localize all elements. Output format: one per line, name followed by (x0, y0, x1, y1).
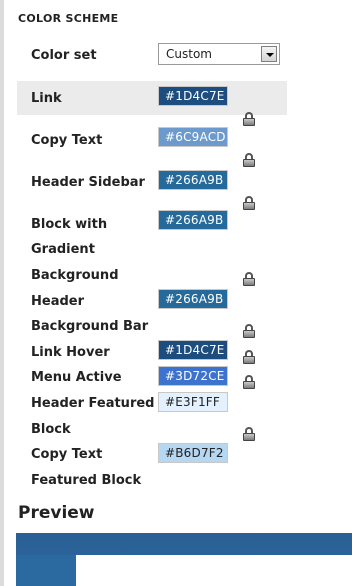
lock-icon[interactable] (243, 153, 255, 167)
header-sidebar-label: Header Sidebar (31, 175, 145, 190)
lock-icon[interactable] (243, 112, 255, 126)
color-set-label: Color set (31, 48, 97, 63)
lock-icon[interactable] (243, 196, 255, 210)
header-background-bar-label-line1: Header (31, 294, 85, 309)
lock-icon[interactable] (243, 375, 255, 389)
copy-text-featured-block-color-input[interactable]: #B6D7F2 (158, 443, 228, 463)
link-hover-label: Link Hover (31, 345, 110, 360)
link-label: Link (31, 91, 62, 106)
preview-sidebar (16, 555, 76, 586)
lock-icon[interactable] (243, 350, 255, 364)
lock-icon[interactable] (243, 272, 255, 286)
section-title: COLOR SCHEME (18, 12, 119, 25)
color-set-select[interactable]: Custom (158, 43, 280, 65)
copy-text-featured-block-label-line2: Featured Block (31, 473, 142, 488)
left-border (0, 0, 4, 586)
header-sidebar-color-input[interactable]: #266A9B (158, 170, 228, 190)
header-background-bar-color-input[interactable]: #266A9B (158, 289, 228, 309)
copy-text-label: Copy Text (31, 133, 103, 148)
block-gradient-label-line1: Block with (31, 217, 108, 232)
block-gradient-label-line2: Gradient (31, 242, 95, 257)
header-background-bar-label-line2: Background Bar (31, 319, 149, 334)
preview-content-area (76, 555, 352, 586)
header-featured-block-label-line2: Block (31, 422, 71, 437)
link-color-input[interactable]: #1D4C7E (158, 86, 228, 106)
preview-title: Preview (18, 503, 95, 523)
block-gradient-color-input[interactable]: #266A9B (158, 210, 228, 230)
menu-active-color-input[interactable]: #3D72CE (158, 366, 228, 386)
chevron-down-icon[interactable] (261, 46, 277, 62)
header-featured-block-label-line1: Header Featured (31, 396, 155, 411)
copy-text-featured-block-label-line1: Copy Text (31, 447, 103, 462)
menu-active-label: Menu Active (31, 370, 122, 385)
lock-icon[interactable] (243, 324, 255, 338)
color-set-value: Custom (166, 47, 212, 61)
lock-icon[interactable] (243, 427, 255, 441)
block-gradient-label-line3: Background (31, 268, 119, 283)
copy-text-color-input[interactable]: #6C9ACD (158, 127, 228, 147)
link-hover-color-input[interactable]: #1D4C7E (158, 340, 228, 360)
header-featured-block-color-input[interactable]: #E3F1FF (158, 392, 228, 412)
